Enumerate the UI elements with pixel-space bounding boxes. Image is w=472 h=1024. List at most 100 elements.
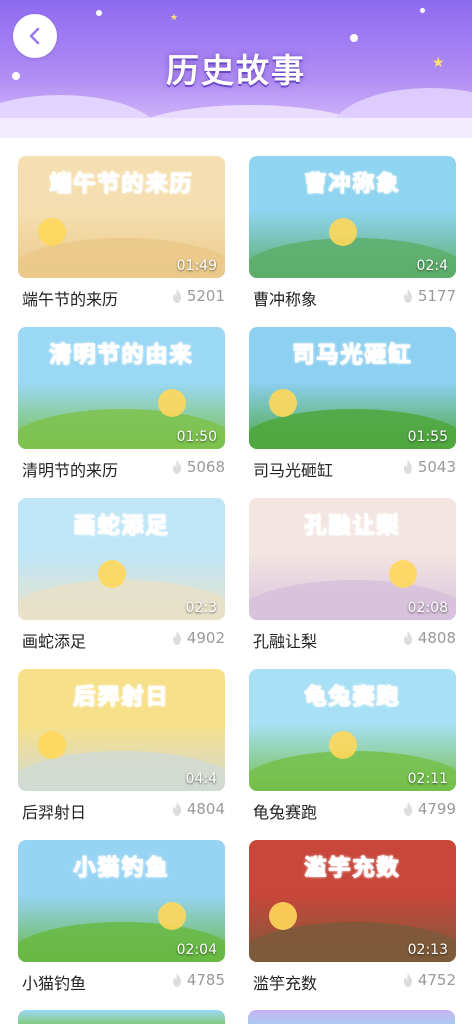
view-count: 5043 [400, 458, 456, 476]
story-name: 小猫钓鱼 [22, 974, 87, 993]
story-name: 端午节的来历 [22, 290, 119, 309]
view-count-number: 4808 [417, 629, 456, 647]
view-count: 5177 [400, 287, 456, 305]
story-meta: 清明节的来历 5068 [22, 457, 225, 481]
story-card-8[interactable]: 龟兔赛跑 02:11 龟兔赛跑 4799 [249, 669, 456, 840]
view-count-number: 4804 [186, 800, 225, 818]
thumbnail-title: 小猫钓鱼 [73, 856, 170, 882]
story-card-10[interactable]: 滥竽充数 02:13 滥竽充数 4752 [249, 840, 456, 1011]
flame-icon [403, 631, 412, 645]
video-duration: 02:04 [176, 942, 217, 958]
story-card-4[interactable]: 司马光砸缸 01:55 司马光砸缸 5043 [249, 327, 456, 498]
view-count: 4808 [400, 629, 456, 647]
page-header: ★ ★ 历史故事 [0, 0, 472, 138]
story-name: 龟兔赛跑 [253, 803, 318, 822]
story-thumbnail[interactable]: 滥竽充数 02:13 [249, 840, 456, 962]
video-duration: 01:50 [176, 429, 217, 445]
story-meta: 曹冲称象 5177 [253, 286, 456, 310]
flame-icon [403, 289, 412, 303]
view-count: 4799 [400, 800, 456, 818]
flame-icon [172, 289, 181, 303]
view-count: 5201 [169, 287, 225, 305]
story-card-7[interactable]: 后羿射日 04:4 后羿射日 4804 [18, 669, 225, 840]
view-count-number: 5201 [186, 287, 225, 305]
flame-icon [172, 802, 181, 816]
story-meta: 孔融让梨 4808 [253, 628, 456, 652]
thumbnail-title: 孔融让梨 [304, 514, 401, 540]
story-name: 孔融让梨 [253, 632, 318, 651]
video-duration: 04:4 [185, 771, 217, 787]
view-count: 4902 [169, 629, 225, 647]
story-thumbnail[interactable]: 画蛇添足 02:3 [18, 498, 225, 620]
story-card-6[interactable]: 孔融让梨 02:08 孔融让梨 4808 [249, 498, 456, 669]
story-thumbnail[interactable]: 曹冲称象 02:4 [249, 156, 456, 278]
story-card-partial[interactable] [248, 1010, 455, 1024]
thumbnail-title: 司马光砸缸 [292, 343, 413, 369]
story-card-2[interactable]: 曹冲称象 02:4 曹冲称象 5177 [249, 156, 456, 327]
view-count-number: 4785 [186, 971, 225, 989]
cloud-decoration [0, 118, 472, 138]
story-card-3[interactable]: 清明节的由来 01:50 清明节的来历 5068 [18, 327, 225, 498]
thumbnail-title: 清明节的由来 [49, 343, 194, 369]
story-thumbnail[interactable]: 龟兔赛跑 02:11 [249, 669, 456, 791]
story-meta: 龟兔赛跑 4799 [253, 799, 456, 823]
view-count-number: 4799 [417, 800, 456, 818]
video-duration: 02:08 [407, 600, 448, 616]
video-duration: 01:49 [176, 258, 217, 274]
story-meta: 画蛇添足 4902 [22, 628, 225, 652]
star-icon: ★ [170, 13, 179, 23]
thumbnail-title: 端午节的来历 [49, 172, 194, 198]
video-duration: 02:13 [407, 942, 448, 958]
flame-icon [403, 802, 412, 816]
story-meta: 端午节的来历 5201 [22, 286, 225, 310]
chevron-left-icon [29, 27, 40, 45]
story-thumbnail[interactable]: 端午节的来历 01:49 [18, 156, 225, 278]
scene-sun [329, 218, 357, 246]
scene-sun [38, 731, 66, 759]
view-count: 4785 [169, 971, 225, 989]
story-grid: 端午节的来历 01:49 端午节的来历 5201 曹冲称象 02:4 曹冲称象 [18, 156, 456, 1011]
sparkle-dot [350, 34, 358, 42]
view-count: 4804 [169, 800, 225, 818]
thumbnail-title: 滥竽充数 [304, 856, 401, 882]
view-count-number: 5043 [417, 458, 456, 476]
story-card-1[interactable]: 端午节的来历 01:49 端午节的来历 5201 [18, 156, 225, 327]
page-title: 历史故事 [166, 51, 306, 90]
story-card-9[interactable]: 小猫钓鱼 02:04 小猫钓鱼 4785 [18, 840, 225, 1011]
scene-sun [269, 389, 297, 417]
scene-sun [389, 560, 417, 588]
video-duration: 02:11 [407, 771, 448, 787]
story-meta: 滥竽充数 4752 [253, 970, 456, 994]
sparkle-dot [96, 10, 102, 16]
story-thumbnail[interactable]: 清明节的由来 01:50 [18, 327, 225, 449]
view-count: 4752 [400, 971, 456, 989]
story-name: 画蛇添足 [22, 632, 87, 651]
story-meta: 小猫钓鱼 4785 [22, 970, 225, 994]
story-name: 司马光砸缸 [253, 461, 334, 480]
story-card-partial[interactable] [18, 1010, 225, 1024]
flame-icon [172, 460, 181, 474]
scene-sun [158, 389, 186, 417]
scene-sun [158, 902, 186, 930]
story-card-5[interactable]: 画蛇添足 02:3 画蛇添足 4902 [18, 498, 225, 669]
view-count-number: 4752 [417, 971, 456, 989]
story-name: 曹冲称象 [253, 290, 318, 309]
story-thumbnail[interactable]: 孔融让梨 02:08 [249, 498, 456, 620]
story-thumbnail[interactable]: 小猫钓鱼 02:04 [18, 840, 225, 962]
thumbnail-title: 后羿射日 [73, 685, 170, 711]
story-thumbnail[interactable]: 后羿射日 04:4 [18, 669, 225, 791]
sparkle-dot [420, 8, 425, 13]
flame-icon [403, 973, 412, 987]
story-thumbnail[interactable]: 司马光砸缸 01:55 [249, 327, 456, 449]
video-duration: 02:3 [185, 600, 217, 616]
flame-icon [172, 973, 181, 987]
scene-sun [269, 902, 297, 930]
view-count: 5068 [169, 458, 225, 476]
thumbnail-title: 曹冲称象 [304, 172, 401, 198]
scene-sun [38, 218, 66, 246]
view-count-number: 4902 [186, 629, 225, 647]
scene-sun [329, 731, 357, 759]
view-count-number: 5068 [186, 458, 225, 476]
story-meta: 司马光砸缸 5043 [253, 457, 456, 481]
flame-icon [172, 631, 181, 645]
